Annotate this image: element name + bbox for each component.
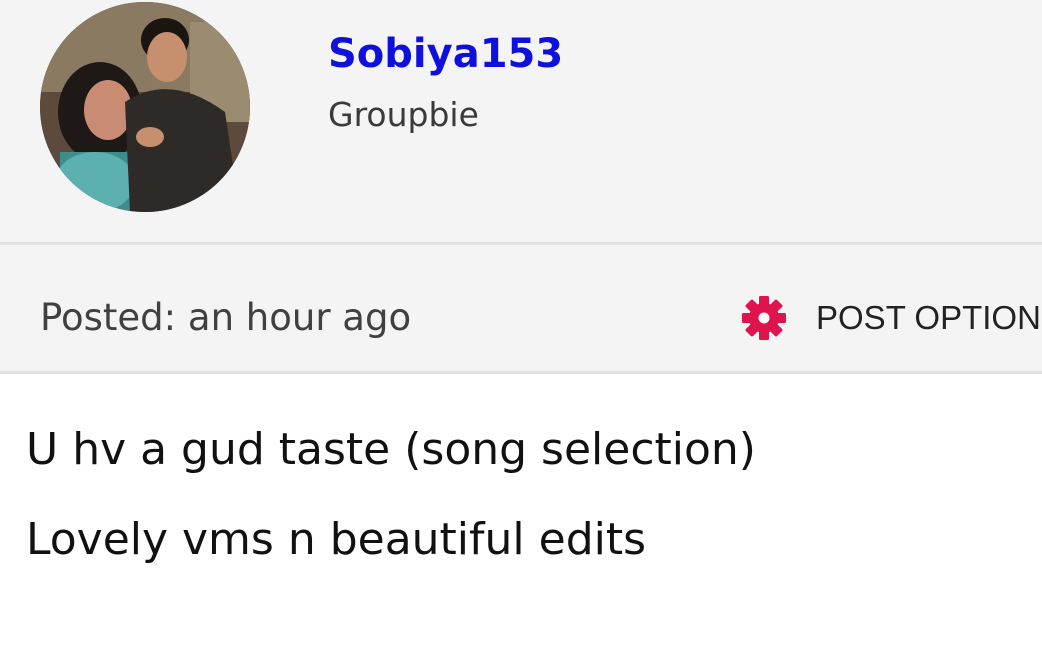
author-header: Sobiya153 Groupbie — [0, 0, 1042, 242]
posted-timestamp: Posted: an hour ago — [40, 296, 412, 339]
post-option-label: POST OPTION — [816, 299, 1041, 336]
divider — [0, 371, 1042, 374]
gear-icon — [742, 296, 786, 340]
username-link[interactable]: Sobiya153 — [328, 28, 563, 80]
post-meta-bar: Posted: an hour ago POST OPTION — [0, 245, 1042, 371]
user-rank: Groupbie — [328, 95, 479, 134]
avatar-photo — [40, 2, 250, 212]
post-option-button[interactable]: POST OPTION — [740, 295, 1041, 341]
post-body: U hv a gud taste (song selection) Lovely… — [26, 418, 1026, 598]
avatar[interactable] — [40, 2, 250, 212]
post-text-line: Lovely vms n beautiful edits — [26, 514, 647, 565]
post-text-line: U hv a gud taste (song selection) — [26, 424, 756, 475]
